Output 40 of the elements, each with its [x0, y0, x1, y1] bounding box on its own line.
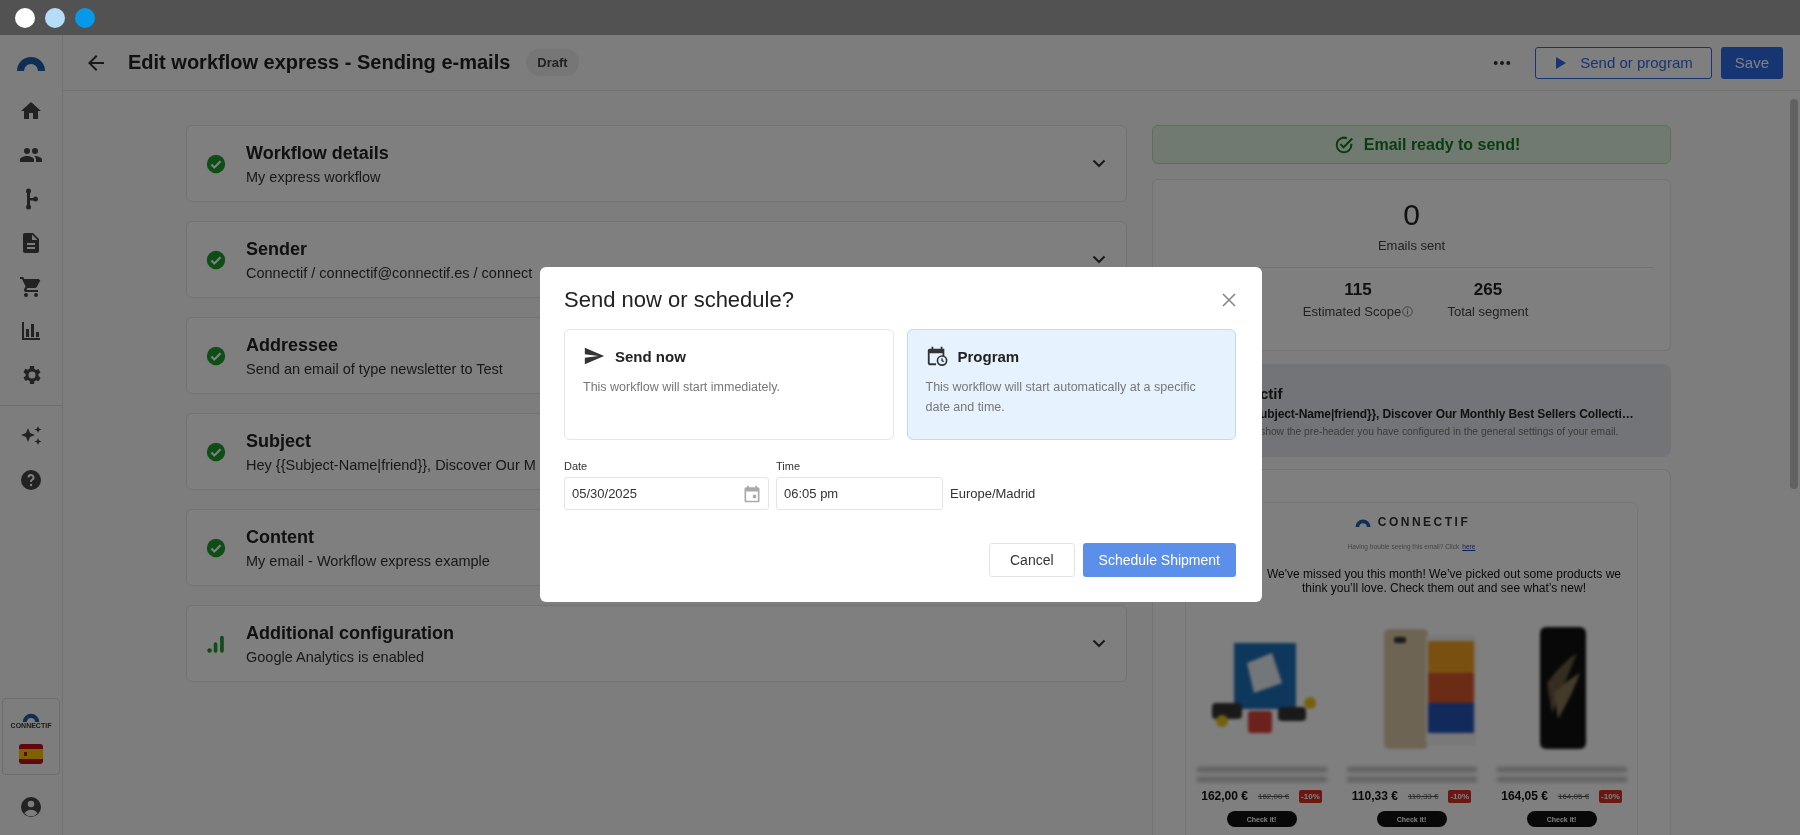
stat-label: Estimated Scope [1302, 304, 1402, 319]
page-title: Edit workflow express - Sending e-mails [128, 51, 511, 74]
stat-label: Total segment [1447, 304, 1529, 319]
product-price: 110,33 € [1351, 789, 1398, 803]
stat-value: 265 [1473, 280, 1503, 300]
email-subject: ubject-Name|friend}}, Discover Our Monthly Best Sellers Collecti… [1260, 406, 1635, 421]
step-title: Sender [246, 238, 308, 260]
step-summary: My express workflow [246, 168, 381, 185]
stat-value: 0 [1403, 198, 1420, 232]
step-title: Workflow details [246, 142, 389, 164]
field-label: Time [776, 460, 802, 472]
timezone-label: Europe/Madrid [950, 485, 1036, 503]
option-description: This workflow will start immediately. [583, 379, 782, 396]
ready-message: Email ready to send! [1363, 135, 1521, 154]
brand-name: CONNECTIF [1377, 515, 1471, 529]
stat-label: Emails sent [1377, 238, 1446, 253]
option-title: Program [957, 347, 1020, 365]
product-price: 164,05 € [1501, 789, 1548, 803]
step-title: Addressee [246, 334, 339, 356]
option-title: Send now [615, 347, 686, 365]
step-summary: Google Analytics is enabled [246, 648, 425, 665]
old-price: 164,05 € [1557, 791, 1590, 801]
step-summary: Connectif / connectif@connectif.es / connect [246, 264, 533, 281]
old-price: 162,00 € [1257, 791, 1290, 801]
step-summary: My email - Workflow express example [246, 552, 490, 569]
email-message: We've missed you this month! We’ve picked out some products we think you’ll love. Check them out and see what’s new! [1266, 567, 1622, 595]
step-summary: Send an email of type newsletter to Test [246, 360, 503, 377]
field-label: Date [564, 460, 589, 472]
step-title: Content [246, 526, 314, 548]
discount-badge: -10% [1299, 789, 1322, 803]
old-price: 110,33 € [1407, 791, 1439, 801]
discount-badge: -10% [1599, 789, 1622, 803]
step-title: Additional configuration [246, 622, 454, 644]
discount-badge: -10% [1448, 789, 1472, 803]
step-title: Subject [246, 430, 311, 452]
step-summary: Hey {{Subject-Name|friend}}, Discover Our M [246, 456, 536, 473]
stat-value: 115 [1344, 280, 1372, 300]
product-price: 162,00 € [1201, 789, 1248, 803]
status-chip: Draft [526, 49, 579, 76]
option-description: This workflow will start automatically at a specific date and time. [925, 379, 1197, 416]
